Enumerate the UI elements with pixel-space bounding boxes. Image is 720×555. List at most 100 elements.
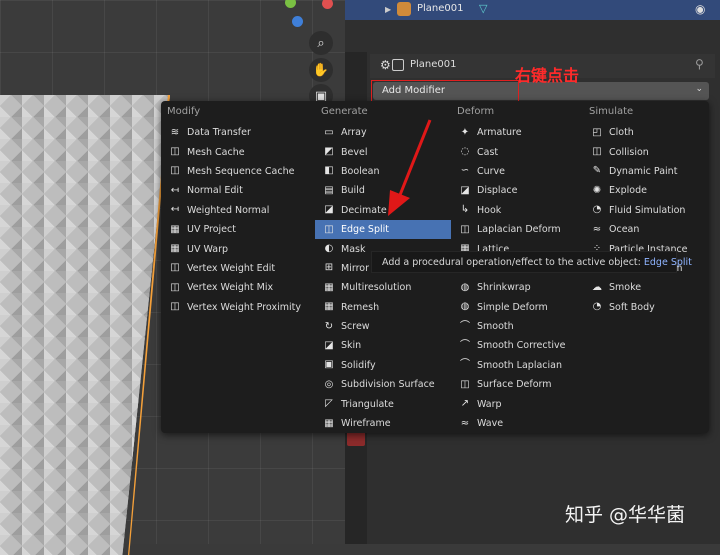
vertex-weight-mix-icon: ◫ [170, 281, 180, 293]
menu-item-explode[interactable]: ✺ Explode [583, 181, 709, 200]
mesh-data-icon[interactable]: ▽ [479, 2, 487, 15]
screw-icon: ↻ [324, 320, 334, 332]
menu-column-heading: Deform [457, 106, 495, 117]
triangulate-icon: ◸ [325, 398, 333, 410]
menu-item-weighted-normal[interactable]: ↤ Weighted Normal [161, 201, 315, 220]
mesh-sequence-cache-icon: ◫ [170, 165, 180, 177]
pan-hand-icon[interactable]: ✋ [309, 58, 333, 82]
annotation-arrow [388, 119, 432, 216]
expand-triangle-icon[interactable]: ▶ [385, 5, 391, 14]
menu-item-uv-warp[interactable]: ▦ UV Warp [161, 239, 315, 258]
menu-item-hook[interactable]: ↳ Hook [451, 201, 583, 220]
menu-item-smooth-laplacian[interactable]: ⌒ Smooth Laplacian [451, 356, 583, 375]
surface-deform-icon: ◫ [460, 378, 470, 390]
menu-item-label: Warp [477, 398, 502, 410]
menu-item-smooth-corrective[interactable]: ⌒ Smooth Corrective [451, 336, 583, 355]
smooth-corrective-icon: ⌒ [460, 339, 470, 351]
menu-item-smooth[interactable]: ⌒ Smooth [451, 317, 583, 336]
menu-item-normal-edit[interactable]: ↤ Normal Edit [161, 181, 315, 200]
menu-item-label: Weighted Normal [187, 204, 270, 216]
menu-item-label: Boolean [341, 165, 380, 177]
gizmo-x-dot[interactable] [322, 0, 333, 9]
menu-item-triangulate[interactable]: ◸ Triangulate [315, 394, 451, 413]
outliner-object-name[interactable]: Plane001 [417, 3, 464, 14]
armature-icon: ✦ [460, 126, 470, 138]
menu-item-data-transfer[interactable]: ≋ Data Transfer [161, 123, 315, 142]
visibility-eye-icon[interactable]: ◉ [695, 2, 705, 16]
tooltip-value: Edge Split [643, 257, 692, 268]
chevron-down-icon: ⌄ [695, 84, 703, 94]
menu-item-wireframe[interactable]: ▦ Wireframe [315, 414, 451, 433]
wrench-icon[interactable]: ⚙ [380, 58, 391, 72]
fluid-simulation-icon: ◔ [592, 204, 602, 216]
dynamic-paint-icon: ✎ [592, 165, 602, 177]
pin-icon[interactable]: ⚲ [695, 57, 704, 71]
menu-item-displace[interactable]: ◪ Displace [451, 181, 583, 200]
gizmo-y-dot[interactable] [285, 0, 296, 8]
menu-item-curve[interactable]: ∽ Curve [451, 162, 583, 181]
menu-item-vertex-weight-mix[interactable]: ◫ Vertex Weight Mix [161, 278, 315, 297]
warp-icon: ↗ [460, 398, 470, 410]
smooth-icon: ⌒ [460, 320, 470, 332]
menu-item-label: Wave [477, 418, 504, 430]
menu-item-cast[interactable]: ◌ Cast [451, 142, 583, 161]
remesh-icon: ▦ [324, 301, 334, 313]
menu-item-label: Mirror [341, 262, 369, 274]
menu-item-soft-body[interactable]: ◔ Soft Body [583, 298, 709, 317]
menu-item-simple-deform[interactable]: ◍ Simple Deform [451, 298, 583, 317]
menu-item-label: Curve [477, 165, 506, 177]
gizmo-z-dot[interactable] [292, 16, 303, 27]
bevel-icon: ◩ [324, 146, 334, 158]
menu-item-uv-project[interactable]: ▦ UV Project [161, 220, 315, 239]
menu-item-mesh-sequence-cache[interactable]: ◫ Mesh Sequence Cache [161, 162, 315, 181]
wireframe-icon: ▦ [324, 417, 334, 429]
menu-item-label: UV Project [187, 224, 236, 236]
menu-item-wave[interactable]: ≈ Wave [451, 414, 583, 433]
menu-item-subdivision-surface[interactable]: ◎ Subdivision Surface [315, 375, 451, 394]
menu-item-solidify[interactable]: ▣ Solidify [315, 356, 451, 375]
uv-project-icon: ▦ [170, 223, 180, 235]
menu-item-multiresolution[interactable]: ▦ Multiresolution [315, 278, 451, 297]
outliner-row[interactable]: ▶ Plane001 ▽ ◉ [345, 0, 720, 20]
zoom-icon[interactable]: ⌕ [309, 31, 333, 55]
menu-item-label: Collision [609, 146, 649, 158]
menu-item-label: Solidify [341, 359, 376, 371]
menu-column-simulate: Simulate ◰ Cloth ◫ Collision ✎ Dynamic Paint ✺ E… [583, 101, 709, 317]
menu-item-vertex-weight-proximity[interactable]: ◫ Vertex Weight Proximity [161, 298, 315, 317]
menu-item-label: Mesh Cache [187, 146, 245, 158]
menu-item-label: Triangulate [341, 398, 394, 410]
solidify-icon: ▣ [324, 359, 334, 371]
menu-item-vertex-weight-edit[interactable]: ◫ Vertex Weight Edit [161, 259, 315, 278]
cast-icon: ◌ [460, 146, 470, 158]
menu-item-dynamic-paint[interactable]: ✎ Dynamic Paint [583, 162, 709, 181]
menu-item-skin[interactable]: ◪ Skin [315, 336, 451, 355]
cloth-icon: ◰ [592, 126, 602, 138]
menu-item-label: UV Warp [187, 243, 229, 255]
menu-item-smoke[interactable]: ☁ Smoke [583, 278, 709, 297]
menu-item-armature[interactable]: ✦ Armature [451, 123, 583, 142]
menu-item-warp[interactable]: ↗ Warp [451, 394, 583, 413]
object-square-icon [392, 59, 404, 71]
plane-mesh[interactable] [0, 95, 170, 555]
mesh-cache-icon: ◫ [170, 146, 180, 158]
menu-item-label: Armature [477, 127, 522, 139]
menu-item-label: Simple Deform [477, 301, 548, 313]
menu-item-label: Screw [341, 321, 370, 333]
menu-item-cloth[interactable]: ◰ Cloth [583, 123, 709, 142]
mirror-icon: ⊞ [324, 262, 334, 274]
menu-item-remesh[interactable]: ▦ Remesh [315, 298, 451, 317]
menu-item-label: Hook [477, 204, 502, 216]
menu-item-label: Multiresolution [341, 282, 412, 294]
menu-item-label: Edge Split [341, 224, 389, 236]
menu-item-mesh-cache[interactable]: ◫ Mesh Cache [161, 142, 315, 161]
menu-item-laplacian-deform[interactable]: ◫ Laplacian Deform [451, 220, 583, 239]
shrinkwrap-icon: ◍ [460, 281, 470, 293]
menu-item-shrinkwrap[interactable]: ◍ Shrinkwrap [451, 278, 583, 297]
menu-item-collision[interactable]: ◫ Collision [583, 142, 709, 161]
menu-item-screw[interactable]: ↻ Screw [315, 317, 451, 336]
menu-item-surface-deform[interactable]: ◫ Surface Deform [451, 375, 583, 394]
menu-item-fluid-simulation[interactable]: ◔ Fluid Simulation [583, 201, 709, 220]
menu-item-ocean[interactable]: ≈ Ocean [583, 220, 709, 239]
curve-icon: ∽ [460, 165, 470, 177]
array-icon: ▭ [324, 126, 334, 138]
